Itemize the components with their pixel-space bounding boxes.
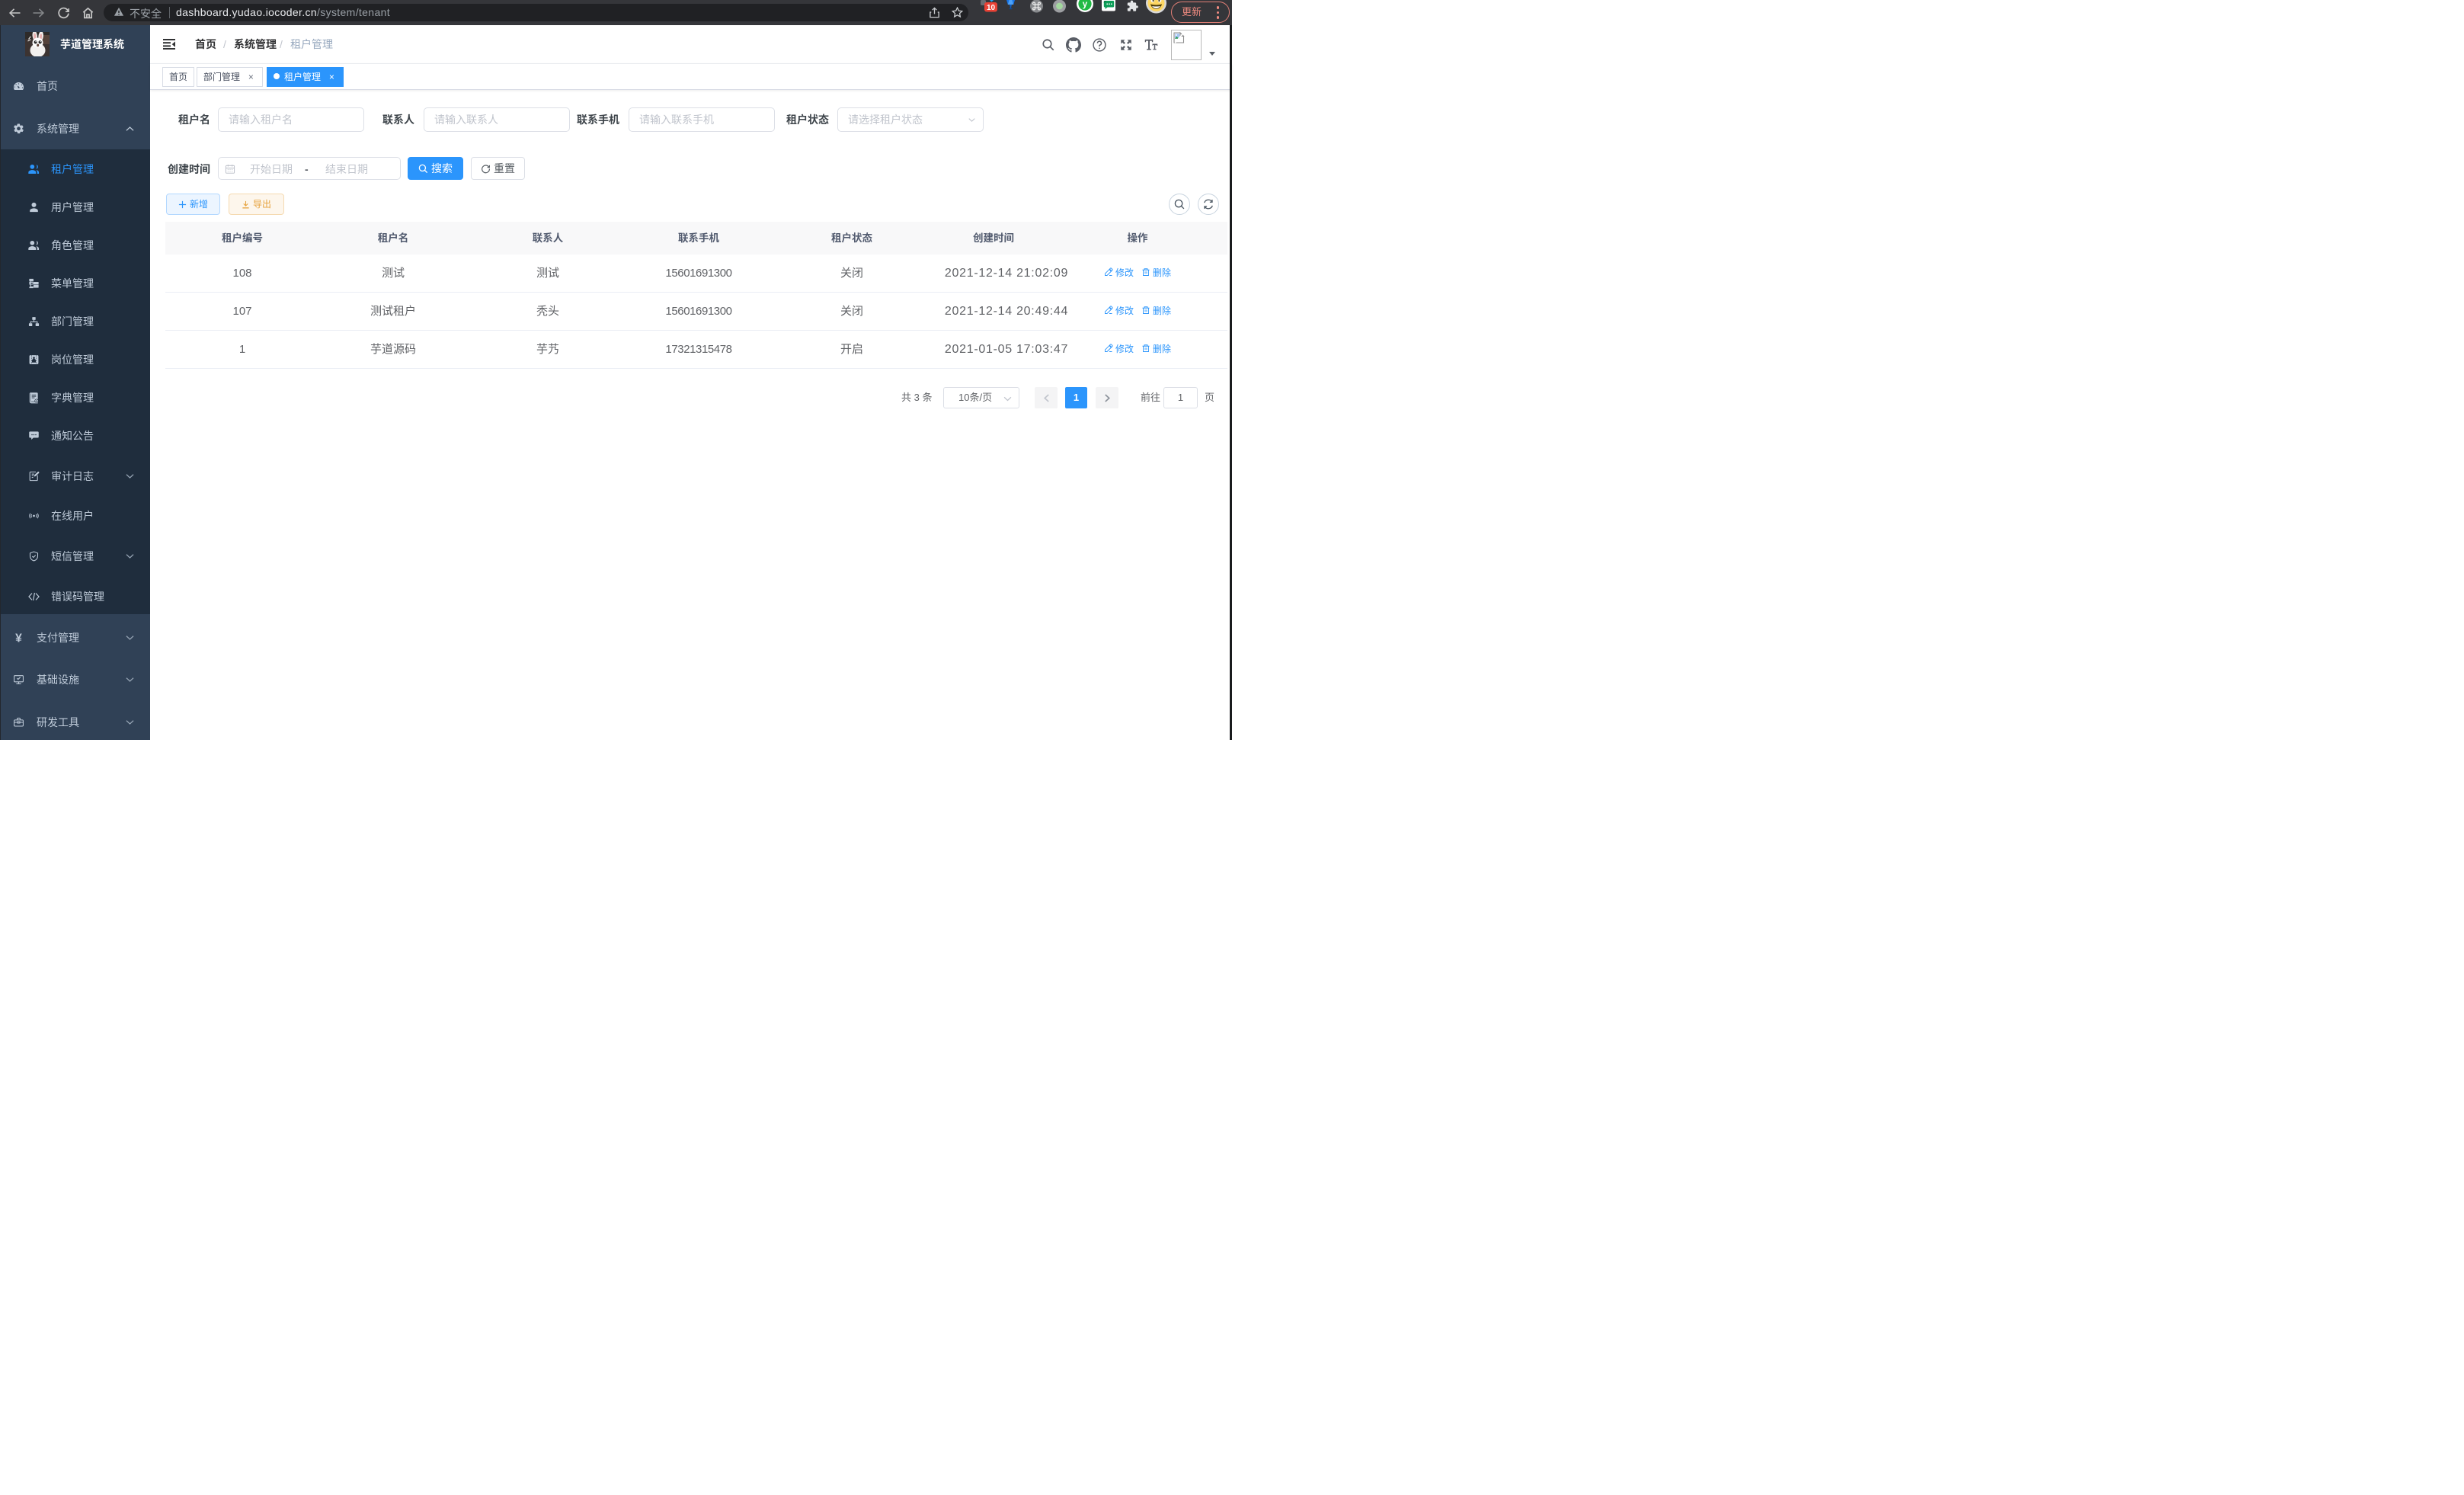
svg-text:10: 10 [987, 4, 996, 12]
svg-text:y: y [1083, 0, 1088, 9]
svg-text:¥: ¥ [15, 632, 22, 644]
